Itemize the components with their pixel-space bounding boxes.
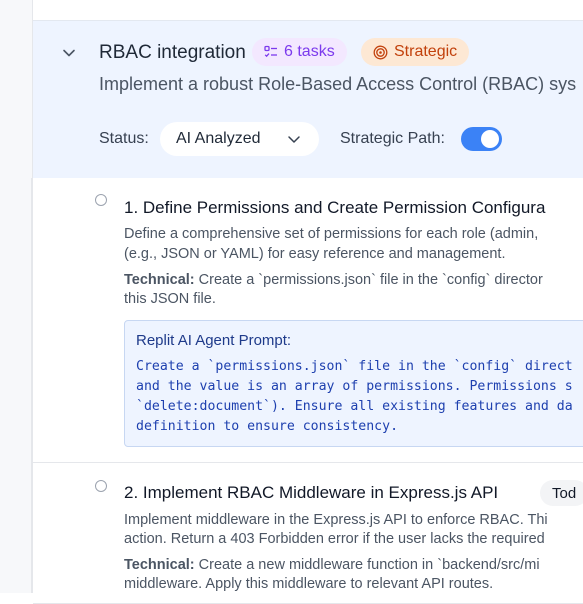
- task-technical-line: Technical: Create a `permissions.json` f…: [124, 271, 583, 290]
- task-technical-line: Technical: Create a new middleware funct…: [124, 556, 583, 575]
- toggle-knob: [481, 130, 499, 148]
- tasks-badge-label: 6 tasks: [284, 43, 335, 60]
- status-select[interactable]: AI Analyzed: [160, 122, 319, 156]
- chevron-down-icon[interactable]: [62, 46, 76, 60]
- task-status-badge: Tod: [540, 480, 583, 506]
- technical-text: Create a new middleware function in `bac…: [194, 557, 540, 573]
- strategic-badge: Strategic: [361, 38, 470, 66]
- section-description: Implement a robust Role-Based Access Con…: [99, 74, 577, 94]
- task-technical-line: middleware. Apply this middleware to rel…: [124, 576, 494, 592]
- status-label: Status:: [99, 130, 149, 147]
- technical-label: Technical:: [124, 557, 195, 573]
- status-select-value: AI Analyzed: [176, 130, 261, 147]
- task-title: 2. Implement RBAC Middleware in Express.…: [124, 483, 499, 502]
- checklist-icon: [264, 45, 277, 58]
- task-item: 1. Define Permissions and Create Permiss…: [33, 178, 583, 463]
- agent-prompt-line: and the value is an array of permissions…: [136, 379, 573, 394]
- strategic-path-toggle[interactable]: [461, 127, 502, 151]
- chevron-down-icon: [288, 136, 300, 143]
- agent-prompt-title: Replit AI Agent Prompt:: [136, 332, 292, 349]
- task-complete-radio[interactable]: [95, 194, 107, 206]
- task-complete-radio[interactable]: [95, 480, 107, 492]
- left-sidebar-strip: [0, 0, 33, 593]
- task-description-line: Define a comprehensive set of permission…: [124, 226, 539, 242]
- agent-prompt-line: `delete:document`). Ensure all existing …: [136, 399, 573, 414]
- agent-prompt-line: definition to ensure consistency.: [136, 419, 399, 434]
- section-title: RBAC integration: [99, 42, 246, 63]
- strategic-badge-label: Strategic: [394, 43, 458, 60]
- task-item: 2. Implement RBAC Middleware in Express.…: [33, 464, 583, 604]
- task-technical-line: this JSON file.: [124, 291, 216, 307]
- target-icon: [373, 45, 388, 59]
- technical-label: Technical:: [124, 272, 195, 288]
- task-description-line: (e.g., JSON or YAML) for easy reference …: [124, 246, 506, 262]
- strategic-path-label: Strategic Path:: [340, 130, 445, 147]
- task-description-line: action. Return a 403 Forbidden error if …: [124, 531, 545, 547]
- task-title: 1. Define Permissions and Create Permiss…: [124, 198, 546, 217]
- tasks-count-badge: 6 tasks: [252, 38, 347, 66]
- task-description-line: Implement middleware in the Express.js A…: [124, 512, 548, 528]
- technical-text: Create a `permissions.json` file in the …: [194, 272, 543, 288]
- agent-prompt-box: Replit AI Agent Prompt: Create a `permis…: [124, 320, 583, 447]
- agent-prompt-line: Create a `permissions.json` file in the …: [136, 359, 573, 374]
